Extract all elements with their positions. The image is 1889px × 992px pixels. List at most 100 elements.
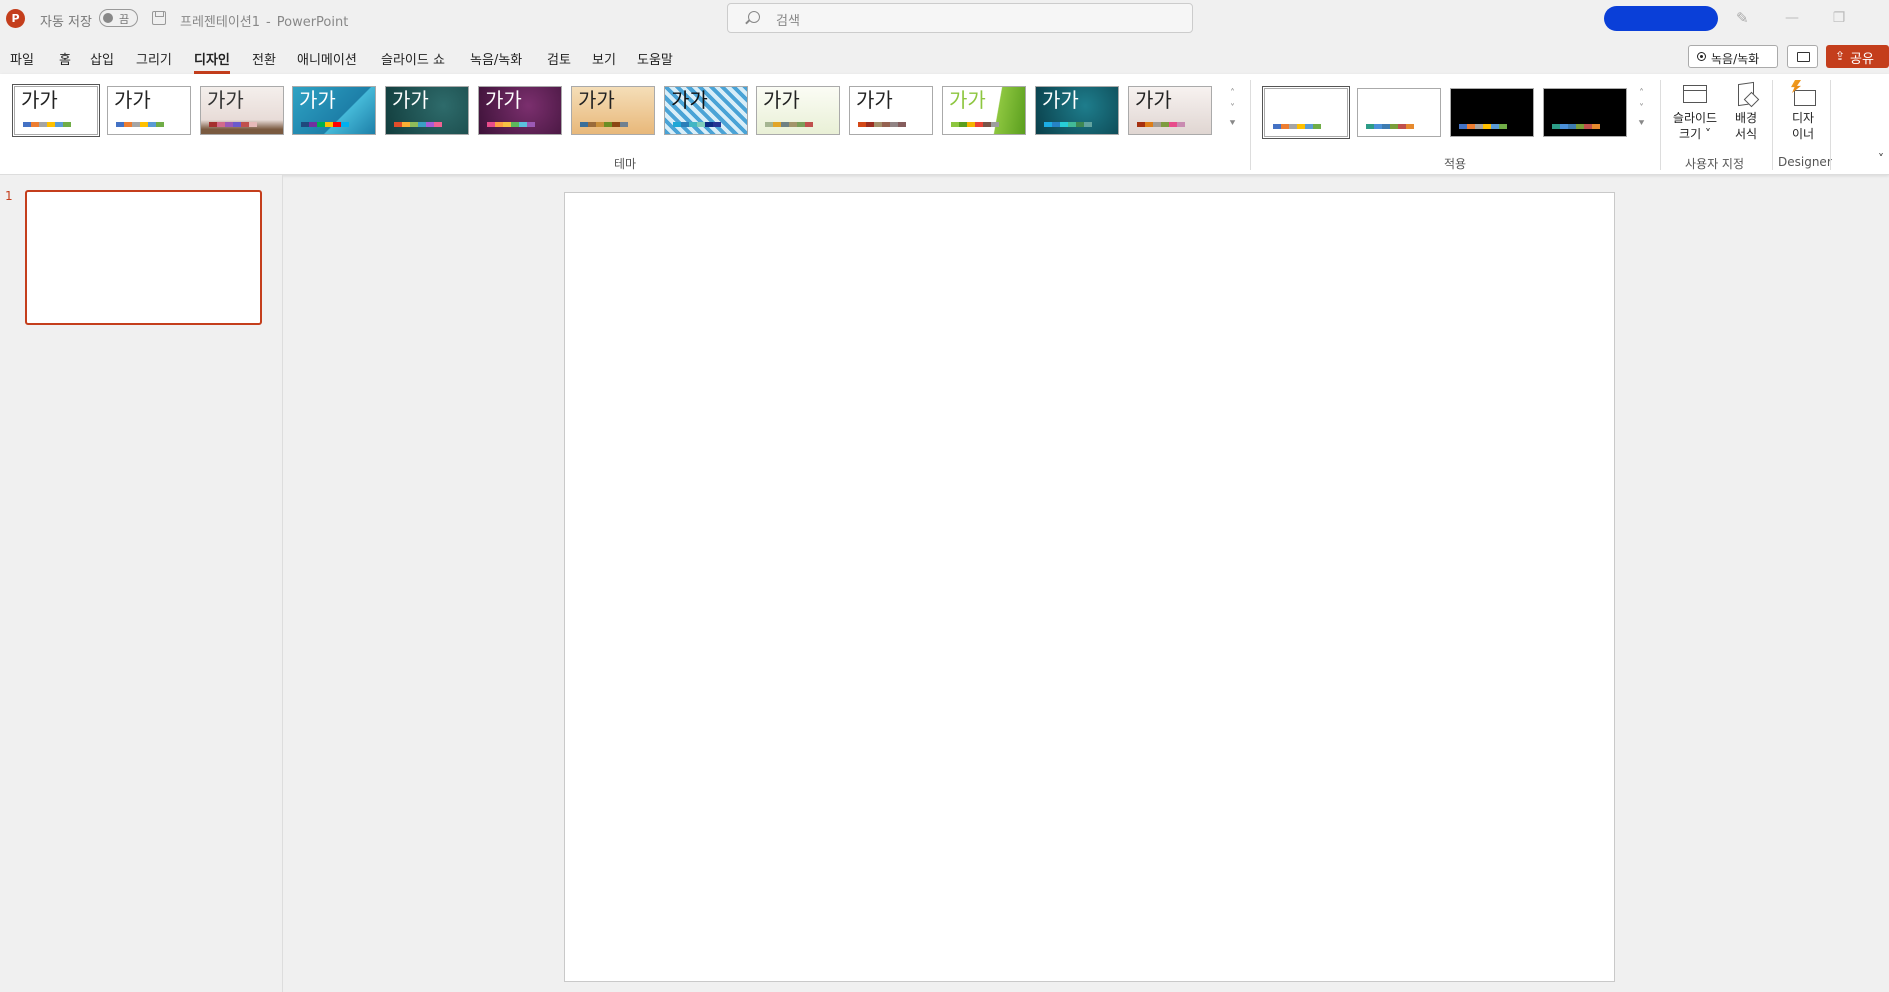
variant-color-swatches [1459,124,1507,129]
tab-design[interactable]: 디자인 [194,49,230,74]
theme-thumbnail[interactable]: 가가 [664,86,748,135]
theme-sample-text: 가가 [949,88,986,112]
variant-scroll-up-icon[interactable]: ˄ [1634,86,1649,101]
theme-thumbnail[interactable]: 가가 [107,86,191,135]
tab-slideshow[interactable]: 슬라이드 쇼 [381,49,445,68]
color-swatch [495,122,503,127]
variant-thumbnail[interactable] [1357,88,1441,137]
color-swatch [612,122,620,127]
theme-color-swatches [1137,122,1185,127]
color-swatch [1560,124,1568,129]
theme-thumbnail[interactable]: 가가 [478,86,562,135]
pen-icon[interactable]: ✎ [1736,10,1754,26]
variant-thumbnail[interactable] [1450,88,1534,137]
search-input[interactable]: 검색 [727,3,1193,33]
gallery-scroll-down-icon[interactable]: ˅ [1225,101,1240,116]
tab-view[interactable]: 보기 [592,49,616,68]
color-swatch [1592,124,1600,129]
group-divider [1250,80,1251,170]
restore-button[interactable]: ❐ [1824,8,1854,28]
theme-gallery-scroll: ˄ ˅ ⯆ [1225,86,1240,131]
slide-thumbnail[interactable] [25,190,262,325]
tab-home[interactable]: 홈 [59,49,71,68]
color-swatch [156,122,164,127]
color-swatch [951,122,959,127]
theme-thumbnail[interactable]: 가가 [385,86,469,135]
theme-thumbnail[interactable]: 가가 [756,86,840,135]
color-swatch [1313,124,1321,129]
color-swatch [341,122,349,127]
tab-help[interactable]: 도움말 [637,49,673,68]
tab-draw[interactable]: 그리기 [136,49,172,68]
color-swatch [890,122,898,127]
slide-size-label-2: 크기 ˅ [1679,127,1711,141]
minimize-button[interactable]: — [1777,8,1807,28]
account-button[interactable] [1604,6,1718,31]
color-swatch [1052,122,1060,127]
slide-canvas[interactable] [564,192,1615,982]
theme-thumbnail[interactable]: 가가 [849,86,933,135]
gallery-more-icon[interactable]: ⯆ [1225,116,1240,131]
theme-thumbnail[interactable]: 가가 [200,86,284,135]
slide-number: 1 [5,189,13,203]
theme-color-swatches [23,122,71,127]
theme-color-swatches [858,122,906,127]
designer-icon [1788,80,1818,108]
variant-more-icon[interactable]: ⯆ [1634,116,1649,131]
tab-record[interactable]: 녹음/녹화 [470,49,522,68]
slide-size-button[interactable]: 슬라이드 크기 ˅ [1667,80,1723,142]
variants-group-label: 적용 [1444,157,1467,171]
color-swatch [596,122,604,127]
color-swatch [773,122,781,127]
color-swatch [1467,124,1475,129]
variant-scroll-down-icon[interactable]: ˅ [1634,101,1649,116]
theme-sample-text: 가가 [856,88,893,112]
format-background-button[interactable]: 배경 서식 [1728,80,1764,142]
color-swatch [689,122,697,127]
theme-thumbnail[interactable]: 가가 [292,86,376,135]
toggle-knob [103,13,113,23]
color-swatch [249,122,257,127]
theme-sample-text: 가가 [763,88,800,112]
color-swatch [983,122,991,127]
theme-color-swatches [487,122,535,127]
color-swatch [325,122,333,127]
color-swatch [789,122,797,127]
designer-button[interactable]: 디자 이너 [1785,80,1821,142]
collapse-ribbon-icon[interactable]: ˅ [1878,152,1884,166]
record-icon [1697,52,1706,61]
autosave-toggle[interactable]: 끔 [99,9,138,27]
theme-thumbnail[interactable]: 가가 [12,84,100,137]
comments-icon[interactable] [1787,45,1818,68]
theme-color-swatches [673,122,721,127]
tab-insert[interactable]: 삽입 [90,49,114,68]
designer-label-2: 이너 [1791,127,1815,141]
tab-file[interactable]: 파일 [10,49,34,68]
save-icon[interactable] [152,11,166,25]
theme-thumbnail[interactable]: 가가 [1035,86,1119,135]
variant-thumbnail[interactable] [1262,86,1350,139]
color-swatch [519,122,527,127]
tab-review[interactable]: 검토 [547,49,571,68]
tab-transitions[interactable]: 전환 [252,49,276,68]
variant-thumbnail[interactable] [1543,88,1627,137]
gallery-scroll-up-icon[interactable]: ˄ [1225,86,1240,101]
theme-thumbnail[interactable]: 가가 [942,86,1026,135]
tab-animations[interactable]: 애니메이션 [297,49,357,68]
designer-label-1: 디자 [1791,111,1815,125]
group-divider [1772,80,1773,170]
color-swatch [148,122,156,127]
slide-size-icon [1680,80,1710,108]
theme-sample-text: 가가 [1042,88,1079,112]
theme-sample-text: 가가 [671,88,708,112]
color-swatch [63,122,71,127]
color-swatch [503,122,511,127]
record-button[interactable]: 녹음/녹화 [1688,45,1778,68]
color-swatch [1374,124,1382,129]
theme-thumbnail[interactable]: 가가 [571,86,655,135]
theme-thumbnail[interactable]: 가가 [1128,86,1212,135]
color-swatch [1491,124,1499,129]
share-button[interactable]: ⇪ 공유 [1826,45,1889,68]
color-swatch [681,122,689,127]
theme-color-swatches [951,122,999,127]
